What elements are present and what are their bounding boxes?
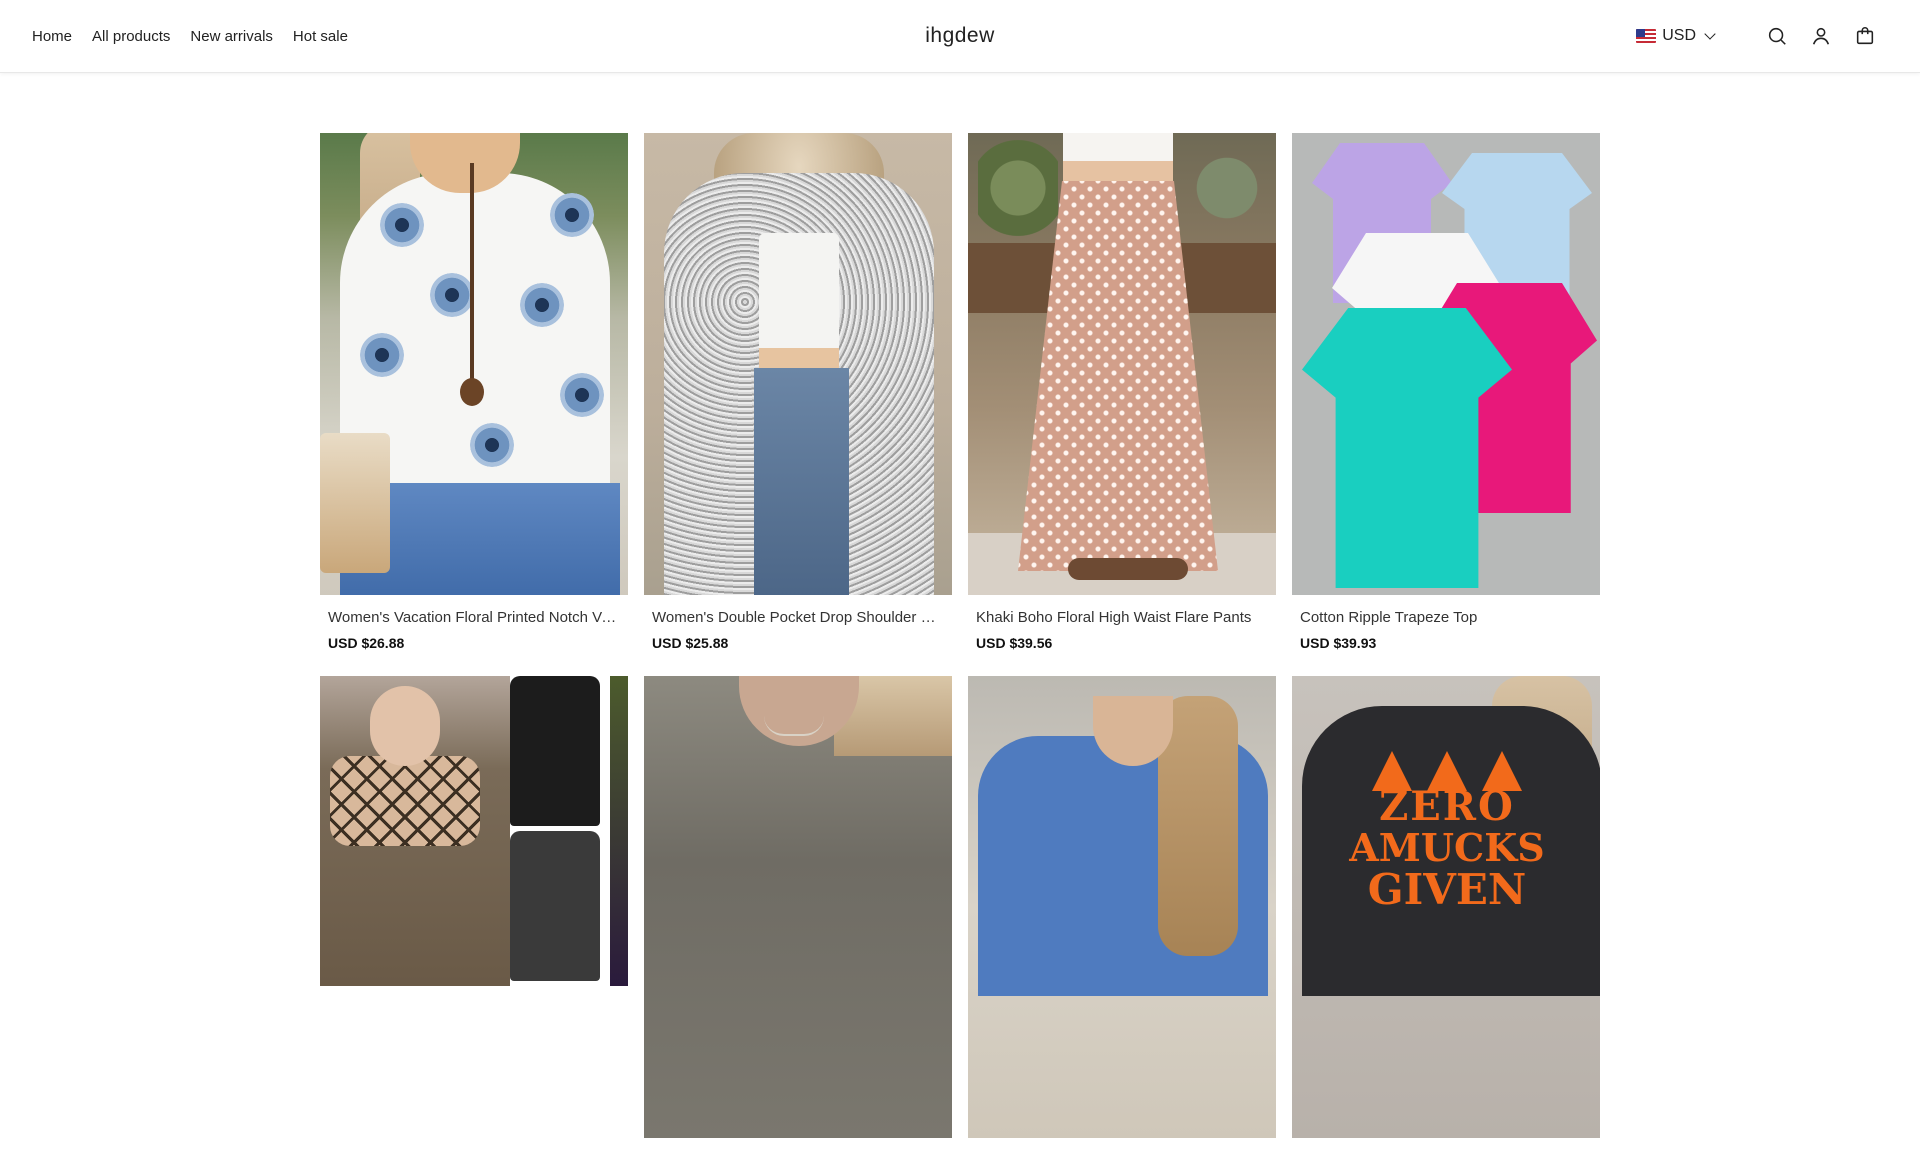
product-card[interactable]: Women's Vacation Floral Printed Notch V-… — [320, 133, 628, 651]
product-card[interactable]: Khaki Boho Floral High Waist Flare Pants… — [968, 133, 1276, 651]
print-line-3: GIVEN — [1367, 864, 1527, 914]
currency-selector[interactable]: USD — [1636, 27, 1716, 45]
product-card[interactable]: ZERO AMUCKS GIVEN — [1292, 676, 1600, 1161]
sweatshirt-print: ZERO AMUCKS GIVEN — [1347, 786, 1547, 986]
product-price: USD $26.88 — [328, 635, 405, 651]
main-nav: Home All products New arrivals Hot sale — [32, 0, 348, 72]
product-card[interactable] — [320, 676, 628, 1161]
cart-icon[interactable] — [1854, 25, 1876, 47]
product-image[interactable]: ZERO AMUCKS GIVEN — [1292, 676, 1600, 1138]
print-line-2: AMUCKS — [1349, 825, 1545, 870]
site-header: Home All products New arrivals Hot sale … — [0, 0, 1920, 73]
product-price: USD $39.93 — [1300, 635, 1377, 651]
product-card[interactable]: Cotton Ripple Trapeze Top USD $39.93 — [1292, 133, 1600, 651]
product-image[interactable] — [1292, 133, 1600, 595]
product-image[interactable] — [320, 676, 628, 1138]
product-image[interactable] — [644, 133, 952, 595]
user-icon[interactable] — [1810, 25, 1832, 47]
product-card[interactable] — [644, 676, 952, 1161]
nav-home[interactable]: Home — [32, 28, 72, 45]
product-title[interactable]: Women's Double Pocket Drop Shoulder Fuzz… — [644, 609, 952, 626]
product-image[interactable] — [968, 676, 1276, 1138]
product-price: USD $39.56 — [976, 635, 1053, 651]
currency-label: USD — [1662, 27, 1696, 44]
site-logo[interactable]: ihgdew — [925, 24, 995, 48]
product-price: USD $25.88 — [652, 635, 729, 651]
header-tools: USD — [1636, 0, 1876, 72]
product-card[interactable] — [968, 676, 1276, 1161]
product-title[interactable]: Khaki Boho Floral High Waist Flare Pants — [968, 609, 1276, 626]
product-image[interactable] — [644, 676, 952, 1138]
nav-all-products[interactable]: All products — [92, 28, 170, 45]
product-card[interactable]: Women's Double Pocket Drop Shoulder Fuzz… — [644, 133, 952, 651]
chevron-down-icon — [1704, 28, 1716, 40]
nav-hot-sale[interactable]: Hot sale — [293, 28, 348, 45]
product-title[interactable]: Women's Vacation Floral Printed Notch V-… — [320, 609, 628, 626]
search-icon[interactable] — [1766, 25, 1788, 47]
product-image[interactable] — [968, 133, 1276, 595]
product-title[interactable]: Cotton Ripple Trapeze Top — [1292, 609, 1600, 626]
product-image[interactable] — [320, 133, 628, 595]
us-flag-icon — [1636, 29, 1657, 43]
print-line-1: ZERO — [1379, 783, 1515, 830]
nav-new-arrivals[interactable]: New arrivals — [190, 28, 273, 45]
